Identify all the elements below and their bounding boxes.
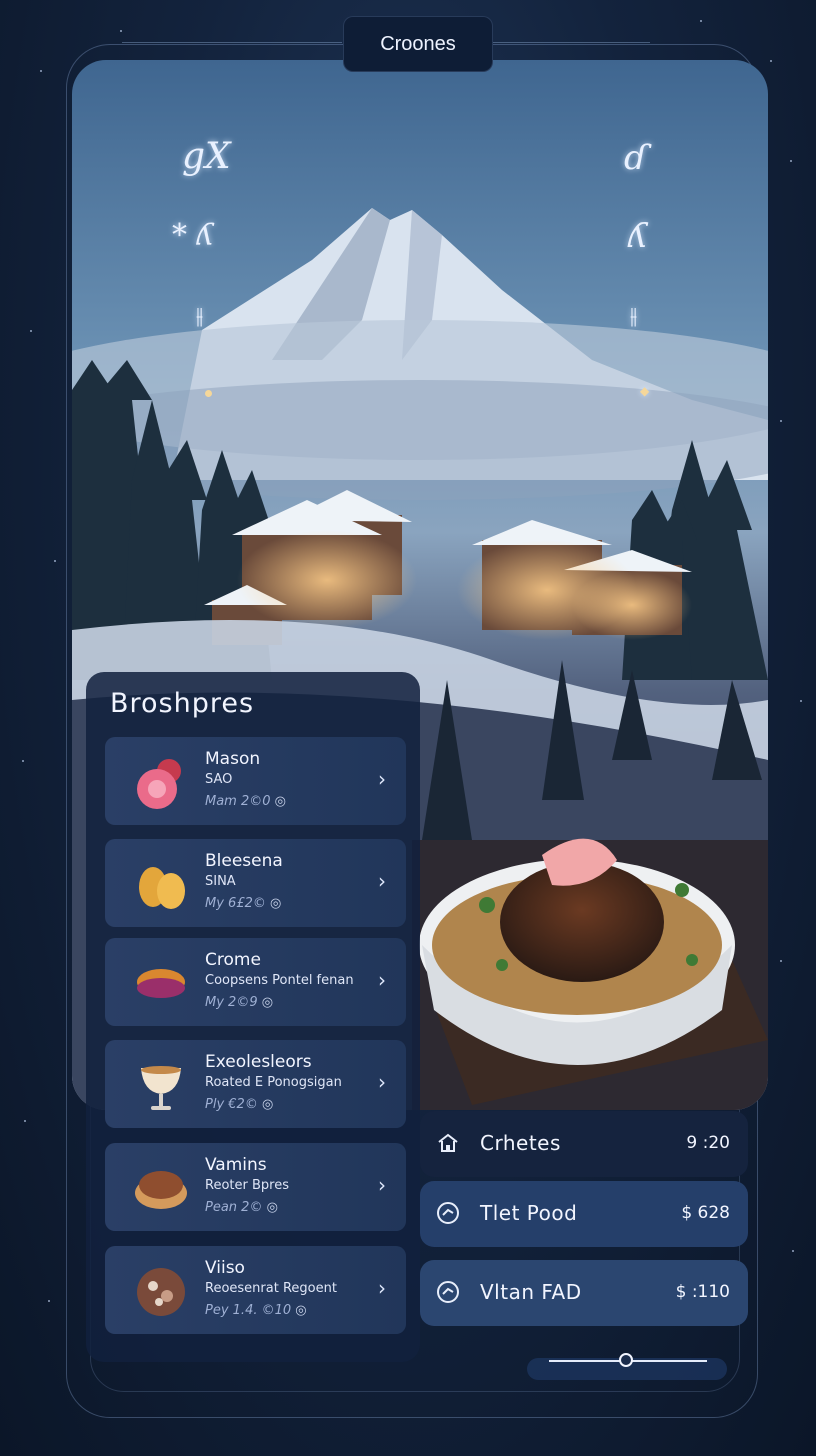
glyph-mid-right: ʎ (628, 216, 648, 256)
chevron-right-icon: › (378, 869, 386, 893)
item-sub: SINA (205, 874, 236, 889)
list-item[interactable]: Viiso Reoesenrat Regoent Pey 1.4. ©10 › (105, 1246, 406, 1334)
item-name: Crome (205, 950, 261, 970)
card-value: 9 :20 (686, 1133, 730, 1153)
item-meta: My 6£2© (205, 896, 281, 911)
chevron-right-icon: › (378, 1070, 386, 1094)
item-name: Bleesena (205, 851, 283, 871)
glyph-top-left: gX (182, 136, 231, 177)
glyph-dot-right: ◆ (640, 384, 650, 398)
compass-icon (437, 1202, 459, 1224)
cookie-icon (137, 1268, 185, 1316)
item-sub: SAO (205, 772, 233, 787)
list-item[interactable]: Exeolesleors Roated E Ponogsigan Ply €2©… (105, 1040, 406, 1128)
dessert-glass-icon (141, 1066, 181, 1110)
item-name: Exeolesleors (205, 1052, 312, 1072)
item-meta: Pean 2© (205, 1200, 278, 1215)
pastry-icon (139, 867, 185, 909)
list-item[interactable]: Crome Coopsens Pontel fenan My 2©9 › (105, 938, 406, 1026)
item-name: Mason (205, 749, 261, 769)
item-name: Vamins (205, 1155, 267, 1175)
chevron-right-icon: › (378, 968, 386, 992)
list-item[interactable]: Mason SAO Mam 2©0 › (105, 737, 406, 825)
title-tab-left-line (122, 42, 342, 43)
info-card-food[interactable]: Tlet Pood $ 628 (420, 1181, 748, 1247)
glyph-mid-left: * ʎ (172, 218, 214, 253)
card-label: Crhetes (480, 1131, 561, 1155)
home-icon (438, 1133, 458, 1152)
chevron-right-icon: › (378, 1173, 386, 1197)
list-item[interactable]: Bleesena SINA My 6£2© › (105, 839, 406, 927)
item-meta: Mam 2©0 (205, 794, 286, 809)
compass-icon (437, 1281, 459, 1303)
item-sub: Reoter Bpres (205, 1178, 289, 1193)
list-item[interactable]: Vamins Reoter Bpres Pean 2© › (105, 1143, 406, 1231)
chevron-right-icon: › (378, 1276, 386, 1300)
item-meta: Pey 1.4. ©10 (205, 1303, 307, 1318)
page-slider[interactable] (527, 1353, 727, 1380)
item-sub: Reoesenrat Regoent (205, 1281, 337, 1296)
item-sub: Roated E Ponogsigan (205, 1075, 342, 1090)
bun-icon (135, 1171, 187, 1209)
slider-thumb[interactable] (619, 1353, 633, 1367)
chevron-right-icon: › (378, 767, 386, 791)
berries-icon (137, 759, 181, 809)
item-meta: Ply €2© (205, 1097, 273, 1112)
item-name: Viiso (205, 1258, 245, 1278)
card-value: $ 628 (681, 1203, 730, 1223)
list-title: Broshpres (110, 688, 255, 719)
info-card-vitamins[interactable]: Vltan FAD $ :110 (420, 1260, 748, 1326)
item-sub: Coopsens Pontel fenan (205, 973, 354, 988)
app-title: Croones (343, 16, 493, 72)
card-label: Vltan FAD (480, 1280, 582, 1304)
glyph-low-right: ⫲ (630, 304, 638, 329)
glow-dot (205, 390, 212, 397)
macaron-icon (137, 969, 185, 998)
item-meta: My 2©9 (205, 995, 273, 1010)
glyph-low-left: ⫲ (196, 304, 204, 329)
info-card-chefs[interactable]: Crhetes 9 :20 (420, 1111, 748, 1177)
glyph-top-right: ɗ (624, 138, 648, 178)
card-label: Tlet Pood (480, 1201, 578, 1225)
title-tab-right-line (492, 42, 650, 43)
card-value: $ :110 (675, 1282, 730, 1302)
